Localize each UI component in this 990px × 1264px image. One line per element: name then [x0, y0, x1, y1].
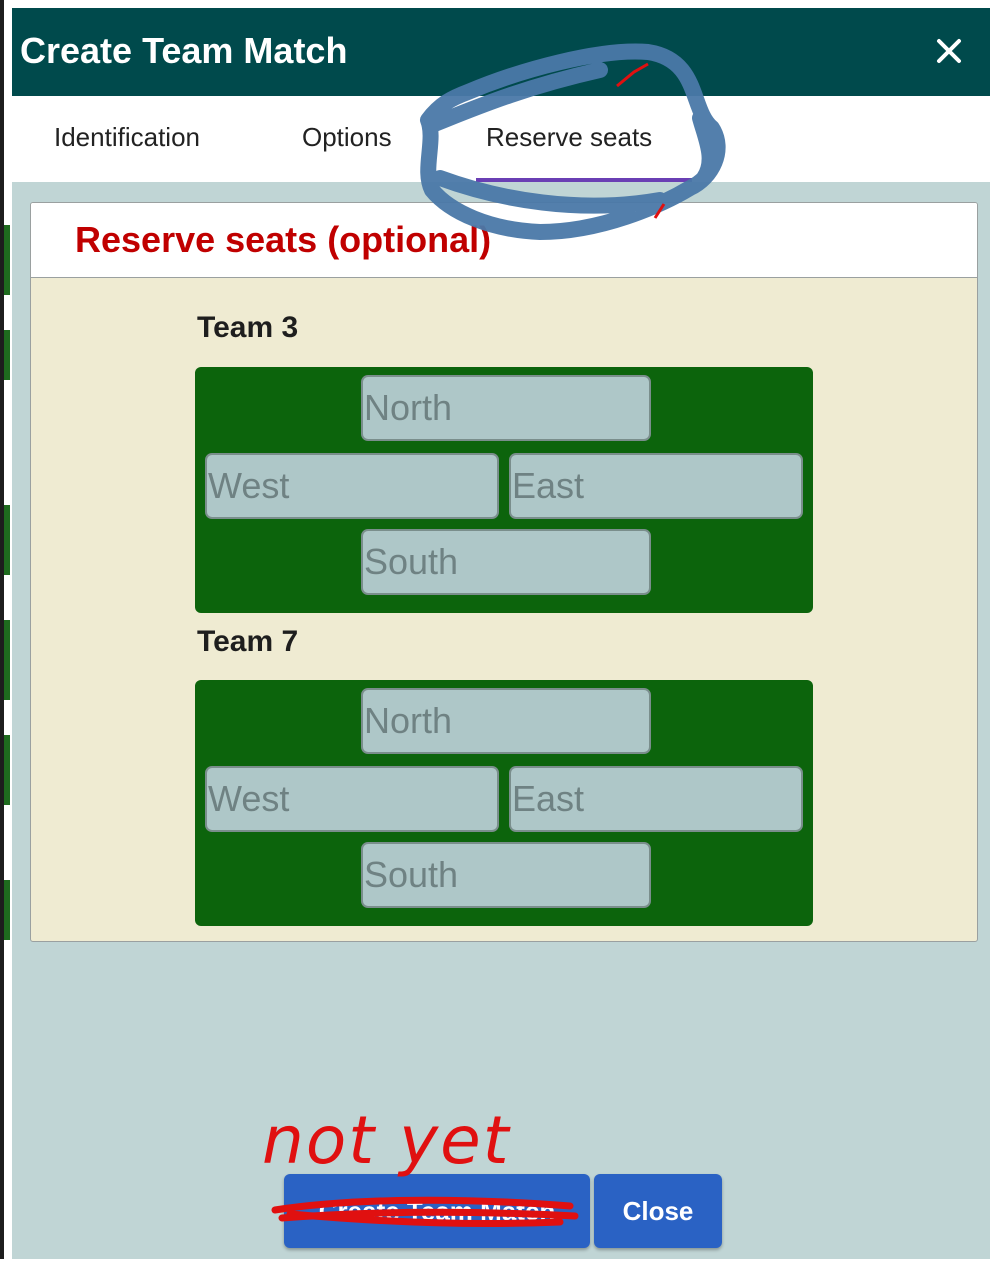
tab-options[interactable]: Options	[302, 122, 392, 153]
dialog-title: Create Team Match	[20, 30, 348, 71]
tab-bar: Identification Options Reserve seats	[12, 96, 990, 182]
create-team-match-button[interactable]: Create Team Match	[284, 1174, 590, 1248]
background-row-marker	[4, 330, 10, 380]
south-seat-input[interactable]	[361, 529, 651, 595]
north-seat-input[interactable]	[361, 688, 651, 754]
west-seat-input[interactable]	[205, 766, 499, 832]
close-icon[interactable]	[930, 32, 968, 70]
panel-title: Reserve seats (optional)	[75, 219, 492, 260]
dialog-titlebar: Create Team Match	[12, 8, 990, 96]
reserve-seats-panel: Reserve seats (optional) Team 3 Team 7	[30, 202, 978, 942]
tab-identification[interactable]: Identification	[54, 122, 200, 153]
team-label: Team 7	[197, 625, 299, 658]
background-row-marker	[4, 880, 10, 940]
team-seat-table	[195, 367, 813, 613]
west-seat-input[interactable]	[205, 453, 499, 519]
south-seat-input[interactable]	[361, 842, 651, 908]
background-row-marker	[4, 505, 10, 575]
background-row-marker	[4, 620, 10, 700]
east-seat-input[interactable]	[509, 453, 803, 519]
active-tab-indicator	[476, 178, 692, 182]
team-seat-table	[195, 680, 813, 926]
panel-header: Reserve seats (optional)	[31, 203, 977, 278]
close-button[interactable]: Close	[594, 1174, 722, 1248]
background-row-marker	[4, 225, 10, 295]
create-team-match-dialog: Create Team Match Identification Options…	[12, 8, 990, 1259]
north-seat-input[interactable]	[361, 375, 651, 441]
tab-reserve-seats[interactable]: Reserve seats	[486, 122, 652, 153]
background-page-strip	[0, 0, 12, 1259]
east-seat-input[interactable]	[509, 766, 803, 832]
team-label: Team 3	[197, 311, 299, 344]
background-row-marker	[4, 735, 10, 805]
